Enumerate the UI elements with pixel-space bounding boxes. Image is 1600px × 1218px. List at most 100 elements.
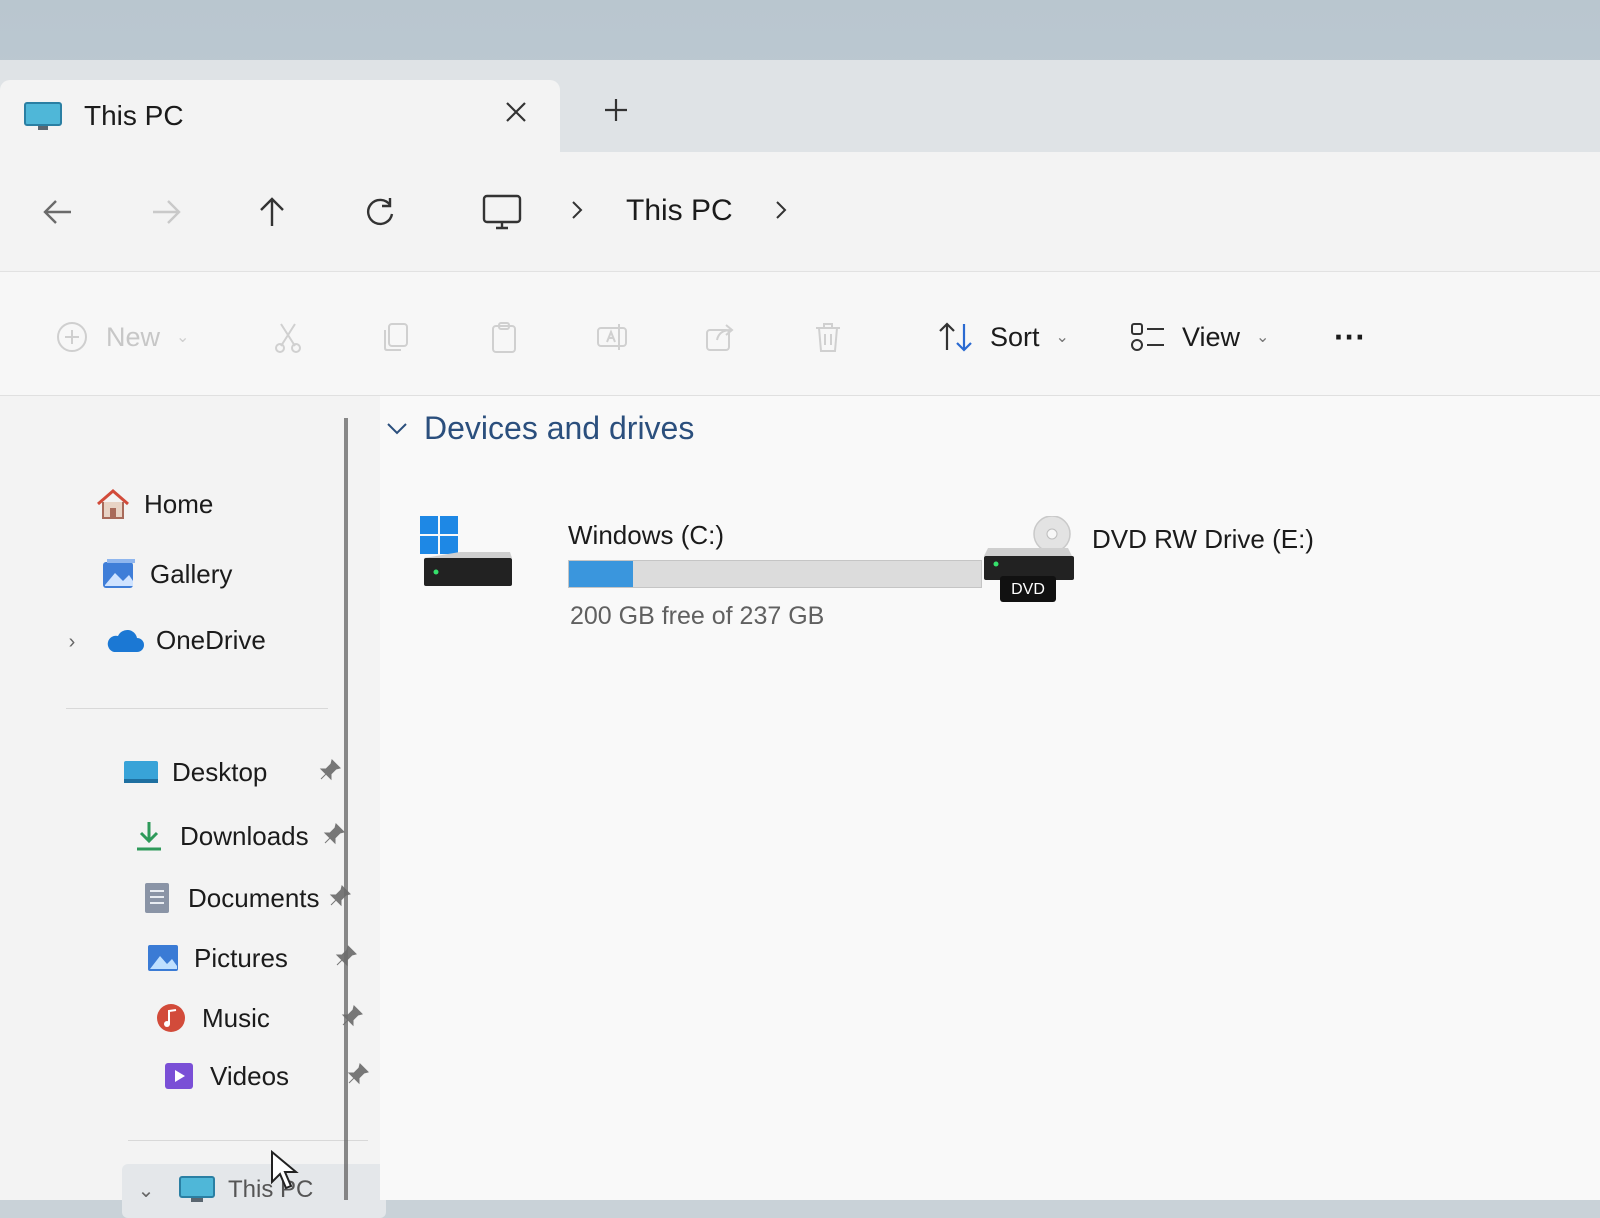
sidebar-item-label: Pictures	[194, 943, 288, 974]
plus-icon	[603, 97, 629, 123]
sidebar-item-gallery[interactable]: Gallery	[100, 552, 232, 596]
chevron-down-icon: ⌄	[1056, 327, 1069, 347]
close-icon	[504, 100, 528, 124]
plus-circle-icon	[52, 317, 92, 357]
monitor-icon	[24, 102, 62, 132]
tab-this-pc[interactable]: This PC	[0, 80, 560, 152]
sidebar-item-desktop[interactable]: Desktop	[122, 750, 267, 794]
drive-name: Windows (C:)	[568, 520, 724, 551]
more-options-button[interactable]: ···	[1334, 314, 1366, 360]
rename-icon	[592, 317, 632, 357]
navigation-pane: Home Gallery › OneDrive	[0, 396, 360, 1200]
sidebar-item-label: OneDrive	[156, 625, 266, 656]
sidebar-item-videos[interactable]: Videos	[160, 1054, 289, 1098]
drive-e[interactable]: DVD DVD RW Drive (E:)	[980, 516, 1400, 626]
documents-icon	[138, 879, 176, 917]
share-icon	[700, 317, 740, 357]
close-tab-button[interactable]	[496, 92, 536, 132]
gallery-icon	[100, 555, 138, 593]
title-bar: This PC	[0, 60, 1600, 152]
section-title: Devices and drives	[424, 410, 694, 447]
mouse-cursor-icon	[270, 1150, 300, 1190]
arrow-up-icon	[255, 195, 289, 229]
cloud-icon	[106, 621, 144, 659]
sidebar-item-pictures[interactable]: Pictures	[144, 936, 288, 980]
up-button[interactable]	[244, 184, 300, 240]
storage-usage-fill	[569, 561, 633, 587]
chevron-down-icon: ⌄	[1256, 327, 1269, 347]
sidebar-item-label: Downloads	[180, 821, 309, 852]
cut-icon	[268, 317, 308, 357]
sort-label: Sort	[990, 322, 1040, 353]
refresh-button[interactable]	[352, 184, 408, 240]
videos-icon	[160, 1057, 198, 1095]
delete-button[interactable]	[808, 314, 848, 360]
view-label: View	[1182, 322, 1240, 353]
pane-resize-handle[interactable]	[344, 418, 348, 1200]
paste-button[interactable]	[484, 314, 524, 360]
sidebar-item-onedrive[interactable]: OneDrive	[106, 618, 266, 662]
breadcrumb-this-pc[interactable]: This PC	[626, 194, 733, 228]
this-pc-crumb-icon[interactable]	[480, 190, 524, 234]
sidebar-item-label: Desktop	[172, 757, 267, 788]
content-pane: Devices and drives Windows (C:) 200 GB f…	[380, 396, 1600, 1200]
pin-icon[interactable]	[318, 758, 342, 782]
new-label: New	[106, 322, 160, 353]
windows-drive-icon	[420, 516, 516, 596]
sidebar-item-label: Documents	[188, 883, 320, 914]
arrow-right-icon	[149, 195, 183, 229]
address-bar-row: This PC	[0, 152, 1600, 272]
new-tab-button[interactable]	[596, 90, 636, 130]
cut-button[interactable]	[268, 314, 308, 360]
command-bar: New ⌄	[0, 272, 1600, 396]
more-label: ···	[1334, 319, 1366, 356]
share-button[interactable]	[700, 314, 740, 360]
monitor-icon	[178, 1171, 216, 1209]
breadcrumb-separator-icon[interactable]	[562, 192, 592, 228]
sort-icon	[936, 317, 976, 357]
drive-c[interactable]: Windows (C:) 200 GB free of 237 GB	[420, 516, 980, 636]
drive-name: DVD RW Drive (E:)	[1092, 524, 1314, 555]
breadcrumb-expand-icon[interactable]	[766, 192, 796, 228]
refresh-icon	[363, 195, 397, 229]
forward-button[interactable]	[138, 184, 194, 240]
trash-icon	[808, 317, 848, 357]
chevron-down-icon	[384, 416, 410, 442]
back-button[interactable]	[30, 184, 86, 240]
tab-title: This PC	[84, 100, 184, 132]
sidebar-item-label: Music	[202, 1003, 270, 1034]
sidebar-item-downloads[interactable]: Downloads	[130, 814, 309, 858]
sidebar-item-label: Home	[144, 489, 213, 520]
view-layout-icon	[1128, 317, 1168, 357]
collapse-this-pc-chevron-icon[interactable]: ⌄	[134, 1178, 158, 1202]
arrow-left-icon	[41, 195, 75, 229]
copy-button[interactable]	[376, 314, 416, 360]
new-button[interactable]: New ⌄	[52, 314, 189, 360]
sidebar-item-music[interactable]: Music	[152, 996, 270, 1040]
drive-free-space: 200 GB free of 237 GB	[570, 602, 824, 631]
chevron-down-icon: ⌄	[176, 327, 189, 347]
pin-icon[interactable]	[328, 884, 352, 908]
sort-button[interactable]: Sort ⌄	[936, 314, 1069, 360]
view-button[interactable]: View ⌄	[1128, 314, 1269, 360]
storage-usage-bar	[568, 560, 982, 588]
dvd-badge: DVD	[1000, 581, 1056, 599]
sidebar-item-label: Gallery	[150, 559, 232, 590]
download-icon	[130, 817, 168, 855]
pin-icon[interactable]	[346, 1062, 370, 1086]
sidebar-item-home[interactable]: Home	[94, 482, 213, 526]
devices-section-header[interactable]: Devices and drives	[384, 410, 694, 447]
sidebar-divider	[66, 708, 328, 709]
rename-button[interactable]	[592, 314, 632, 360]
sidebar-item-documents[interactable]: Documents	[138, 876, 320, 920]
sidebar-divider	[128, 1140, 368, 1141]
copy-icon	[376, 317, 416, 357]
pin-icon[interactable]	[322, 822, 346, 846]
expand-onedrive-chevron-icon[interactable]: ›	[60, 630, 84, 654]
home-icon	[94, 485, 132, 523]
pictures-icon	[144, 939, 182, 977]
desktop-folder-icon	[122, 753, 160, 791]
file-explorer-window: This PC	[0, 60, 1600, 1200]
music-icon	[152, 999, 190, 1037]
paste-icon	[484, 317, 524, 357]
